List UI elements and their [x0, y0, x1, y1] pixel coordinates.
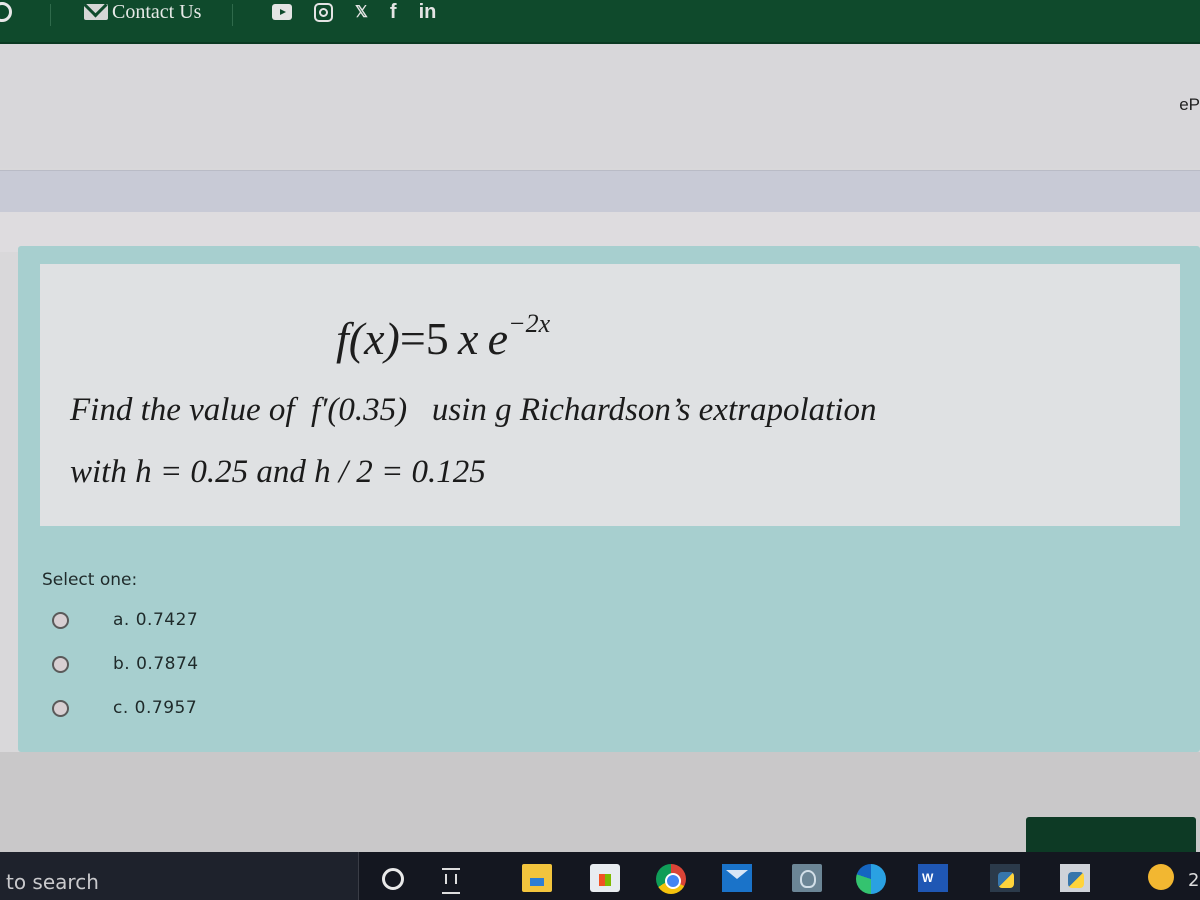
- taskbar-search-box[interactable]: to search: [0, 852, 359, 900]
- question-line-1: Find the value of f′(0.35) usin g Richar…: [70, 392, 877, 428]
- formula-coefficient: 5: [425, 313, 449, 364]
- formula-variable: x: [458, 313, 479, 364]
- word-icon[interactable]: W: [918, 864, 948, 892]
- answer-option-c[interactable]: c. 0.7957: [52, 698, 197, 718]
- option-label: b. 0.7874: [113, 654, 199, 674]
- site-logo[interactable]: [0, 0, 22, 42]
- radio-button[interactable]: [52, 611, 69, 629]
- youtube-icon[interactable]: [272, 4, 292, 20]
- logo-ring-icon: [0, 2, 12, 22]
- formula-base: e: [487, 313, 509, 364]
- formula-lhs: f(x): [336, 313, 400, 364]
- option-label: a. 0.7427: [113, 610, 199, 630]
- radio-button[interactable]: [52, 655, 69, 673]
- file-explorer-icon[interactable]: [522, 864, 552, 892]
- weather-icon[interactable]: [1148, 864, 1174, 890]
- next-page-button[interactable]: [1026, 817, 1196, 857]
- page-footer-area: [0, 752, 1200, 852]
- formula-equals: =: [399, 313, 426, 364]
- envelope-icon: [84, 4, 108, 20]
- question-line-2: with h = 0.25 and h / 2 = 0.125: [70, 454, 486, 490]
- answer-option-b[interactable]: b. 0.7874: [52, 654, 199, 674]
- divider: [232, 4, 233, 26]
- navigation-bar: [0, 170, 1200, 213]
- windows-taskbar: to search W 2: [0, 852, 1200, 900]
- python-icon[interactable]: [990, 864, 1020, 892]
- question-text-panel: f(x)=5 x e−2x Find the value of f′(0.35)…: [40, 264, 1180, 526]
- answer-option-a[interactable]: a. 0.7427: [52, 610, 198, 630]
- task-view-icon[interactable]: [442, 868, 460, 894]
- header-truncated-label: eP: [1179, 95, 1200, 114]
- select-one-label: Select one:: [42, 570, 138, 590]
- contact-us-label: Contact Us: [112, 0, 202, 23]
- chrome-icon[interactable]: [656, 864, 686, 894]
- question-block: f(x)=5 x e−2x Find the value of f′(0.35)…: [18, 246, 1200, 752]
- contact-us-link[interactable]: Contact Us: [84, 0, 201, 24]
- tray-text: 2: [1188, 870, 1200, 891]
- twitter-icon[interactable]: 𝕏: [355, 2, 368, 22]
- social-links: 𝕏 f in: [272, 0, 436, 24]
- microsoft-store-icon[interactable]: [590, 864, 620, 892]
- instagram-icon[interactable]: [314, 2, 333, 22]
- python-file-icon[interactable]: [1060, 864, 1090, 892]
- cortana-icon[interactable]: [382, 868, 404, 890]
- facebook-icon[interactable]: f: [390, 1, 397, 24]
- linkedin-icon[interactable]: in: [419, 1, 437, 24]
- option-label: c. 0.7957: [113, 698, 198, 718]
- site-top-bar: Contact Us 𝕏 f in: [0, 0, 1200, 44]
- formula-exponent: −2x: [508, 308, 551, 338]
- search-placeholder: to search: [6, 870, 99, 894]
- mail-icon[interactable]: [722, 864, 752, 892]
- radio-button[interactable]: [52, 699, 69, 717]
- edge-icon[interactable]: [856, 864, 886, 894]
- page-header: eP: [0, 44, 1200, 168]
- question-formula: f(x)=5 x e−2x: [336, 308, 551, 365]
- photo-app-icon[interactable]: [792, 864, 822, 892]
- divider: [50, 4, 51, 26]
